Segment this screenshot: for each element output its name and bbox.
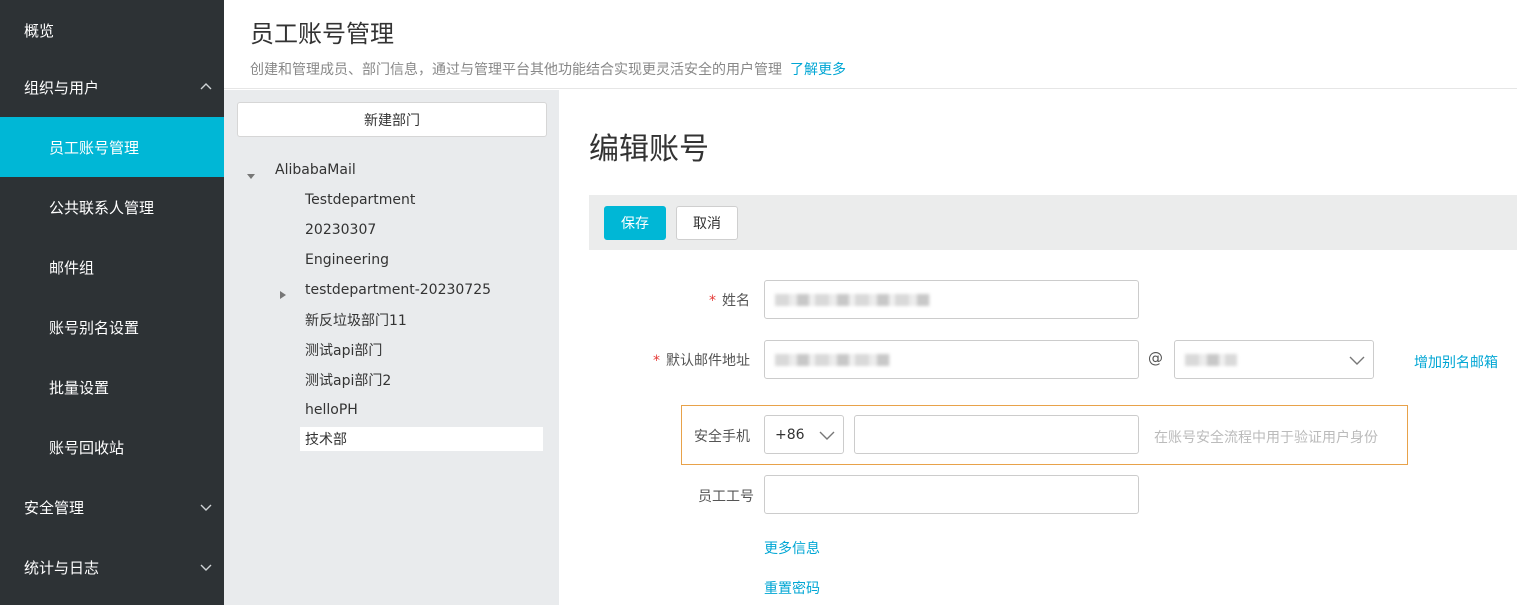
- new-department-button[interactable]: 新建部门: [237, 102, 547, 137]
- sidebar-item-label: 账号回收站: [49, 438, 125, 457]
- tree-node[interactable]: 20230307: [305, 218, 376, 242]
- chevron-down-icon: [200, 501, 212, 513]
- sidebar-item-security[interactable]: 安全管理: [0, 477, 224, 537]
- save-button[interactable]: 保存: [604, 206, 666, 240]
- tree-node[interactable]: 新反垃圾部门11: [305, 308, 407, 332]
- email-domain-select[interactable]: [1174, 340, 1374, 379]
- sidebar-item-stats-logs[interactable]: 统计与日志: [0, 537, 224, 597]
- at-symbol: @: [1148, 349, 1163, 367]
- tree-node-selected[interactable]: 技术部: [300, 427, 543, 451]
- caret-right-icon[interactable]: [278, 285, 288, 299]
- tree-node[interactable]: 测试api部门2: [305, 368, 391, 392]
- sidebar-item-account-recycle[interactable]: 账号回收站: [0, 417, 224, 477]
- redacted-value: [775, 294, 930, 306]
- sidebar-item-label: 安全管理: [24, 498, 85, 517]
- phone-input[interactable]: [854, 415, 1139, 454]
- reset-password-link[interactable]: 重置密码: [764, 578, 820, 598]
- country-code-select[interactable]: +86: [764, 415, 844, 454]
- form-title: 编辑账号: [589, 132, 709, 167]
- department-tree-panel: 新建部门 AlibabaMail Testdepartment 20230307…: [224, 90, 559, 605]
- sidebar-item-org-users[interactable]: 组织与用户: [0, 57, 224, 117]
- page-title: 员工账号管理: [250, 20, 394, 48]
- edit-account-panel: 编辑账号 保存 取消 * 姓名 * 默认邮件地址 @ 增加别名邮箱 安全手机 +86…: [559, 90, 1517, 605]
- tree-node[interactable]: Testdepartment: [305, 188, 415, 212]
- sidebar-item-public-contacts[interactable]: 公共联系人管理: [0, 177, 224, 237]
- sidebar-item-label: 邮件组: [49, 258, 95, 277]
- sidebar-item-label: 公共联系人管理: [49, 198, 155, 217]
- sidebar-item-account-alias[interactable]: 账号别名设置: [0, 297, 224, 357]
- tree-root-node[interactable]: AlibabaMail: [275, 158, 356, 182]
- chevron-down-icon: [819, 428, 835, 442]
- employee-id-label: 员工工号: [698, 489, 754, 505]
- sidebar-item-label: 批量设置: [49, 378, 110, 397]
- redacted-value: [775, 354, 890, 366]
- employee-id-input[interactable]: [764, 475, 1139, 514]
- chevron-down-icon: [200, 561, 212, 573]
- sidebar-item-label: 组织与用户: [24, 78, 100, 97]
- sidebar-item-mail-groups[interactable]: 邮件组: [0, 237, 224, 297]
- email-label: * 默认邮件地址: [653, 350, 750, 370]
- name-label: * 姓名: [709, 290, 750, 310]
- cancel-button[interactable]: 取消: [676, 206, 738, 240]
- sidebar-item-batch-settings[interactable]: 批量设置: [0, 357, 224, 417]
- sidebar-item-label: 员工账号管理: [49, 138, 140, 157]
- country-code-value: +86: [775, 426, 805, 443]
- redacted-value: [1185, 354, 1237, 366]
- phone-hint: 在账号安全流程中用于验证用户身份: [1154, 430, 1378, 446]
- tree-node[interactable]: 测试api部门: [305, 338, 382, 362]
- tree-node[interactable]: helloPH: [305, 398, 358, 422]
- page-description: 创建和管理成员、部门信息，通过与管理平台其他功能结合实现更灵活安全的用户管理 了解…: [250, 59, 846, 79]
- sidebar-item-label: 概览: [24, 21, 55, 40]
- required-mark: *: [709, 293, 716, 309]
- page-header: 员工账号管理 创建和管理成员、部门信息，通过与管理平台其他功能结合实现更灵活安全…: [224, 0, 1517, 89]
- name-label-text: 姓名: [722, 293, 750, 309]
- tree-node[interactable]: Engineering: [305, 248, 389, 272]
- sidebar-item-label: 统计与日志: [24, 558, 100, 577]
- sidebar-item-overview[interactable]: 概览: [0, 0, 224, 60]
- sidebar: 概览 组织与用户 员工账号管理 公共联系人管理 邮件组 账号别名设置 批量设置 …: [0, 0, 224, 605]
- more-info-link[interactable]: 更多信息: [764, 538, 820, 558]
- required-mark: *: [653, 353, 660, 369]
- caret-down-icon[interactable]: [246, 166, 256, 179]
- email-username-input[interactable]: [764, 340, 1139, 379]
- learn-more-link[interactable]: 了解更多: [790, 62, 846, 78]
- chevron-down-icon: [1349, 353, 1365, 367]
- name-input[interactable]: [764, 280, 1139, 319]
- chevron-up-icon: [200, 81, 212, 93]
- add-alias-email-link[interactable]: 增加别名邮箱: [1414, 352, 1498, 372]
- tree-node[interactable]: testdepartment-20230725: [305, 278, 491, 302]
- email-label-text: 默认邮件地址: [666, 353, 750, 369]
- form-toolbar: 保存 取消: [589, 195, 1517, 250]
- sidebar-item-employee-accounts[interactable]: 员工账号管理: [0, 117, 224, 177]
- phone-label: 安全手机: [694, 429, 750, 445]
- page-description-text: 创建和管理成员、部门信息，通过与管理平台其他功能结合实现更灵活安全的用户管理: [250, 62, 782, 78]
- sidebar-item-label: 账号别名设置: [49, 318, 140, 337]
